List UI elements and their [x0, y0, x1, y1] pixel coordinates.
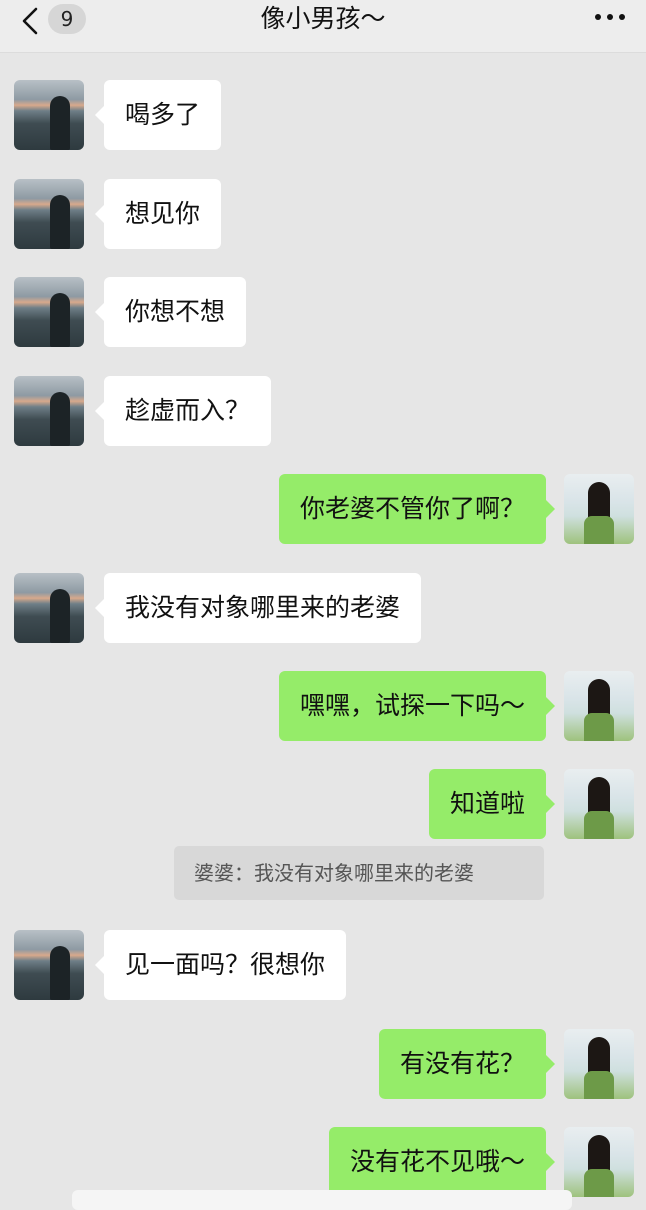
- user-avatar[interactable]: [564, 769, 634, 839]
- received-bubble[interactable]: 趁虚而入？: [94, 376, 272, 446]
- contact-avatar[interactable]: [14, 376, 84, 446]
- quoted-message[interactable]: 婆婆：我没有对象哪里来的老婆: [174, 846, 544, 900]
- contact-avatar[interactable]: [14, 930, 84, 1000]
- sent-bubble[interactable]: 知道啦: [428, 769, 556, 839]
- message-list[interactable]: 喝多了 想见你 你想不想 趁虚而入？ 你老婆不管你了啊？ 我没有对象哪里来的老婆…: [0, 53, 646, 1200]
- chat-title: 像小男孩～: [260, 4, 386, 33]
- chat-header: 9 像小男孩～: [0, 0, 646, 53]
- received-bubble[interactable]: 见一面吗？很想你: [94, 930, 347, 1000]
- sent-bubble[interactable]: 嘿嘿，试探一下吗～: [278, 671, 556, 741]
- user-avatar[interactable]: [564, 671, 634, 741]
- contact-avatar[interactable]: [14, 179, 84, 249]
- received-bubble[interactable]: 想见你: [94, 179, 222, 249]
- received-bubble[interactable]: 我没有对象哪里来的老婆: [94, 573, 422, 643]
- user-avatar[interactable]: [564, 1127, 634, 1197]
- ellipsis-icon[interactable]: [592, 8, 628, 28]
- user-avatar[interactable]: [564, 1029, 634, 1099]
- sent-bubble[interactable]: 有没有花？: [378, 1029, 556, 1099]
- input-bar[interactable]: [72, 1190, 572, 1210]
- contact-avatar[interactable]: [14, 80, 84, 150]
- received-bubble[interactable]: 喝多了: [94, 80, 222, 150]
- sent-bubble[interactable]: 没有花不见哦～: [328, 1127, 556, 1197]
- contact-avatar[interactable]: [14, 573, 84, 643]
- user-avatar[interactable]: [564, 474, 634, 544]
- contact-avatar[interactable]: [14, 277, 84, 347]
- received-bubble[interactable]: 你想不想: [94, 277, 247, 347]
- sent-bubble[interactable]: 你老婆不管你了啊？: [278, 474, 556, 544]
